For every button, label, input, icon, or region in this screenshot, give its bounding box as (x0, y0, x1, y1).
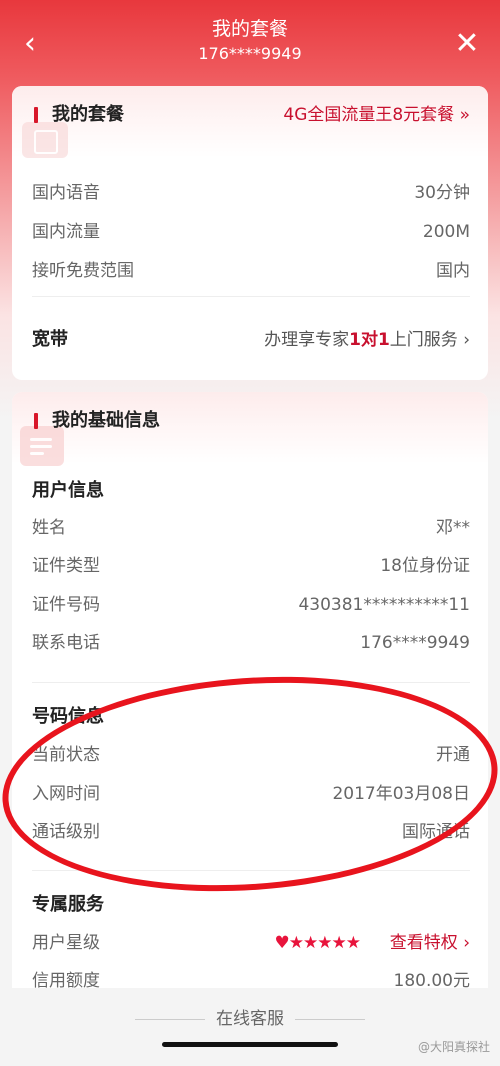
user-info-row: 证件类型 18位身份证 (32, 551, 470, 581)
user-star-row[interactable]: 用户星级 ♥★★★★★ 查看特权 › (32, 928, 470, 958)
user-info-label: 姓名 (32, 518, 66, 538)
user-info-value: 邓** (436, 518, 470, 538)
section-marker-bar (34, 413, 38, 429)
broadband-text-highlight: 1对1 (349, 330, 390, 350)
package-item-label: 国内语音 (32, 183, 100, 203)
broadband-text-pre: 办理享专家 (264, 330, 350, 350)
user-star-label: 用户星级 (32, 933, 100, 953)
package-section-title: 我的套餐 (52, 104, 124, 125)
user-info-row: 姓名 邓** (32, 513, 470, 543)
user-info-value: 430381**********11 (298, 595, 470, 615)
package-item-row: 接听免费范围 国内 (32, 256, 470, 286)
phone-number-subtitle: 176****9949 (198, 44, 302, 63)
user-info-row: 证件号码 430381**********11 (32, 590, 470, 620)
package-card: 我的套餐 4G全国流量王8元套餐 » 国内语音 30分钟 国内流量 200M 接… (12, 86, 488, 380)
watermark-text: @大阳真探社 (417, 1040, 490, 1054)
online-service-button[interactable]: 在线客服 (0, 1006, 500, 1032)
basic-info-section-title: 我的基础信息 (52, 410, 160, 431)
package-item-label: 接听免费范围 (32, 261, 134, 281)
credit-limit-label: 信用额度 (32, 971, 100, 988)
sim-card-icon (22, 122, 68, 158)
top-navigation-bar: ‹ 我的套餐 176****9949 ✕ (0, 0, 500, 84)
divider (32, 296, 470, 297)
user-info-value: 18位身份证 (380, 556, 470, 576)
user-info-label: 证件号码 (32, 595, 100, 615)
user-info-value: 176****9949 (360, 633, 470, 653)
user-info-label: 联系电话 (32, 633, 100, 653)
close-icon[interactable]: ✕ (452, 28, 482, 60)
credit-limit-row: 信用额度 180.00元 (32, 966, 470, 988)
broadband-text-post: 上门服务 › (389, 330, 470, 350)
plan-name-link[interactable]: 4G全国流量王8元套餐 » (283, 103, 470, 127)
package-item-row: 国内流量 200M (32, 217, 470, 247)
package-item-value: 200M (422, 222, 470, 242)
home-indicator[interactable] (162, 1042, 338, 1047)
package-item-value: 国内 (436, 261, 470, 281)
user-info-row: 联系电话 176****9949 (32, 628, 470, 658)
credit-limit-value: 180.00元 (393, 971, 470, 988)
star-rating-icon: ♥★★★★★ (274, 933, 361, 953)
user-info-heading: 用户信息 (32, 480, 104, 501)
exclusive-service-heading: 专属服务 (32, 894, 104, 915)
section-marker-bar (34, 107, 38, 123)
footer-bar: 在线客服 @大阳真探社 (0, 988, 500, 1066)
page-title: 我的套餐 (211, 18, 288, 40)
package-item-row: 国内语音 30分钟 (32, 178, 470, 208)
package-item-value: 30分钟 (414, 183, 470, 203)
package-item-label: 国内流量 (32, 222, 100, 242)
broadband-label: 宽带 (32, 329, 68, 350)
user-info-label: 证件类型 (32, 556, 100, 576)
broadband-service-link[interactable]: 办理享专家1对1上门服务 › (264, 327, 470, 353)
footer-divider-right (295, 1019, 365, 1020)
view-privilege-link[interactable]: 查看特权 › (390, 928, 470, 958)
